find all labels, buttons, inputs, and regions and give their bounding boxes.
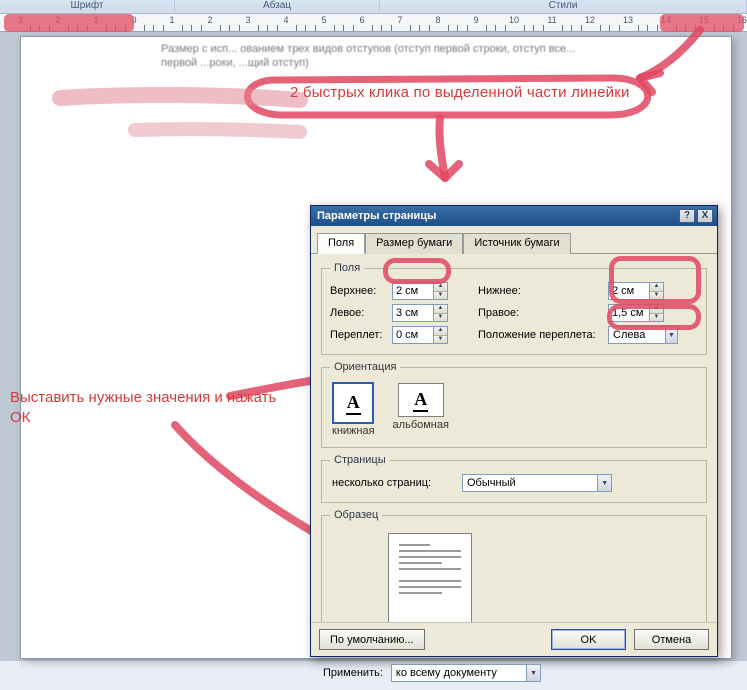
document-body-text: Размер с исп... ованием трех видов отсту… [161,42,601,70]
annotation-instructions: Выставить нужные значения и нажать ОК [10,388,285,428]
doc-line-1: Размер с исп... ованием трех видов отсту… [161,43,575,55]
annotation-ruler-callout: 2 быстрых клика по выделенной части лине… [290,84,630,101]
label-top: Верхнее: [330,285,392,297]
apply-field[interactable]: ▼ [391,664,541,682]
ruler-number: 11 [547,15,556,25]
margin-right-field[interactable]: ▲▼ [608,304,664,322]
group-pages-legend: Страницы [330,454,390,466]
dialog-tabs: Поля Размер бумаги Источник бумаги [311,226,717,254]
dialog-titlebar[interactable]: Параметры страницы ? X [311,206,717,226]
group-margins: Поля Верхнее: ▲▼ Нижнее: ▲▼ Левое: ▲ [321,262,707,355]
margin-left-input[interactable] [393,305,433,321]
group-margins-legend: Поля [330,262,364,274]
label-left: Левое: [330,307,392,319]
apply-input[interactable] [392,665,526,681]
margin-left-field[interactable]: ▲▼ [392,304,448,322]
chevron-down-icon[interactable]: ▼ [526,665,540,681]
ruler-number: 10 [509,15,519,25]
group-orientation: Ориентация A книжная A альбомная [321,361,707,448]
tab-paper-source[interactable]: Источник бумаги [463,233,570,254]
ruler-number: 6 [359,15,364,25]
ruler-number: 13 [623,15,633,25]
help-button[interactable]: ? [679,209,695,223]
tab-paper-size[interactable]: Размер бумаги [365,233,463,254]
ruler-number: 9 [473,15,478,25]
page-setup-dialog: Параметры страницы ? X Поля Размер бумаг… [310,205,718,657]
multipage-field[interactable]: ▼ [462,474,612,492]
ribbon-label-font: Шрифт [0,0,175,13]
label-right: Правое: [478,307,608,319]
gutter-field[interactable]: ▲▼ [392,326,448,344]
group-sample-legend: Образец [330,509,382,521]
cancel-button[interactable]: Отмена [634,629,709,650]
margin-bottom-input[interactable] [609,283,649,299]
ruler-number: 2 [207,15,212,25]
orientation-portrait-label: книжная [332,425,375,437]
label-bottom: Нижнее: [478,285,608,297]
orientation-landscape[interactable]: A альбомная [393,383,449,437]
label-gutter-pos: Положение переплета: [478,329,608,341]
gutter-input[interactable] [393,327,433,343]
ruler-number: 4 [283,15,288,25]
ruler-number: 12 [585,15,595,25]
chevron-down-icon[interactable]: ▼ [665,327,677,343]
multipage-input[interactable] [463,475,597,491]
group-pages: Страницы несколько страниц: ▼ [321,454,707,503]
doc-line-2: первой ...роки, ...щий отступ) [161,57,309,69]
dialog-footer: По умолчанию... OK Отмена [311,622,717,656]
gutter-pos-field[interactable]: ▼ [608,326,678,344]
ruler-number: 1 [169,15,174,25]
label-apply: Применить: [323,667,383,679]
ok-button[interactable]: OK [551,629,626,650]
ribbon-group-labels: Шрифт Абзац Стили [0,0,747,14]
annotation-ruler-highlight-right [660,14,744,32]
chevron-down-icon[interactable]: ▼ [597,475,611,491]
ruler-number: 8 [435,15,440,25]
gutter-pos-input[interactable] [609,327,665,343]
orientation-landscape-label: альбомная [393,419,449,431]
orientation-portrait[interactable]: A книжная [332,383,375,437]
group-orientation-legend: Ориентация [330,361,400,373]
tab-fields[interactable]: Поля [317,233,365,254]
landscape-icon: A [413,389,428,412]
ribbon-label-styles: Стили [380,0,747,13]
margin-top-field[interactable]: ▲▼ [392,282,448,300]
spin-up-icon[interactable]: ▲ [434,283,447,292]
portrait-icon: A [346,392,361,415]
dialog-title: Параметры страницы [317,210,436,222]
margin-bottom-field[interactable]: ▲▼ [608,282,664,300]
spin-down-icon[interactable]: ▼ [434,292,447,300]
margin-right-input[interactable] [609,305,649,321]
annotation-ruler-highlight-left [4,14,134,32]
close-button[interactable]: X [697,209,713,223]
label-multipage: несколько страниц: [332,477,452,489]
defaults-button[interactable]: По умолчанию... [319,629,425,650]
ruler-number: 5 [321,15,326,25]
label-gutter: Переплет: [330,329,392,341]
ribbon-label-paragraph: Абзац [175,0,380,13]
ruler-number: 3 [245,15,250,25]
ruler-number: 7 [397,15,402,25]
margin-top-input[interactable] [393,283,433,299]
